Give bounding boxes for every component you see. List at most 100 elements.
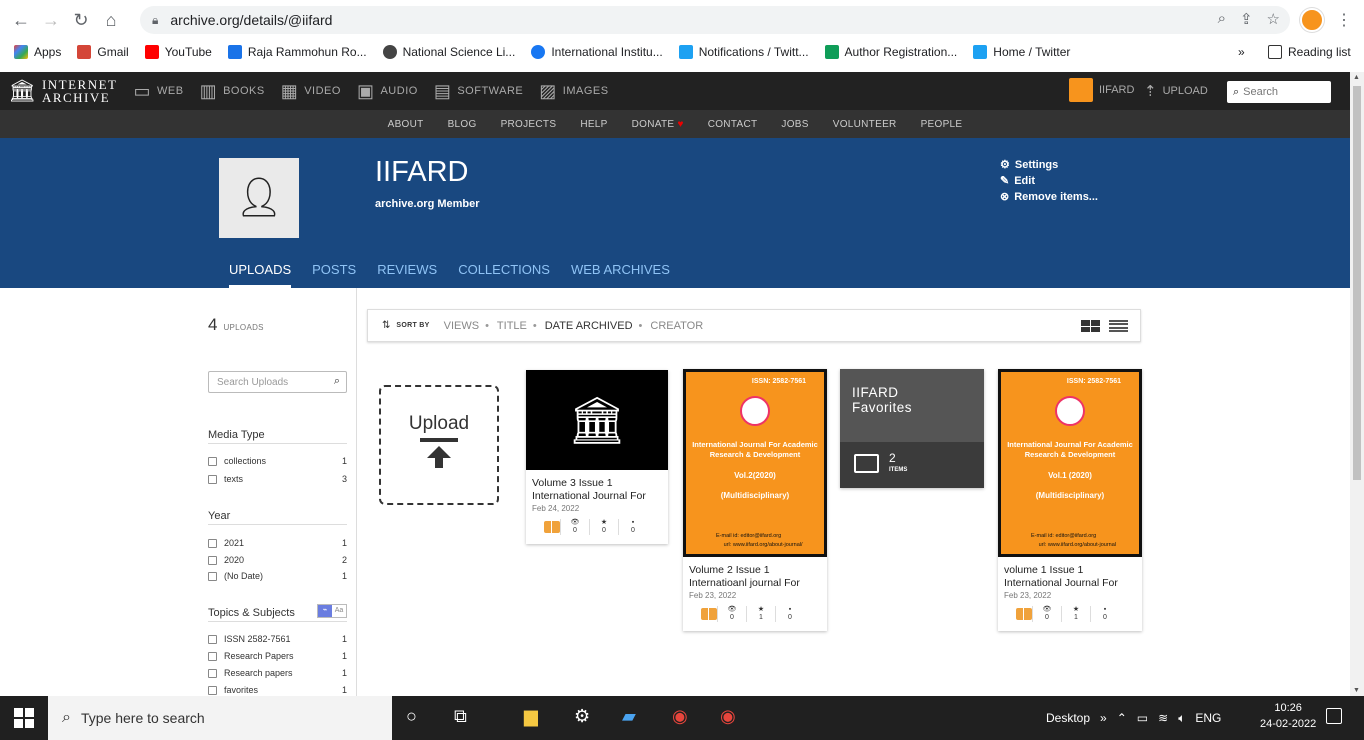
edit-link[interactable]: ✎ Edit	[1000, 174, 1098, 188]
task-view-icon[interactable]: ⧉	[454, 706, 467, 727]
scroll-thumb[interactable]	[1353, 86, 1361, 480]
cortana-icon[interactable]: ○	[406, 706, 417, 727]
item-thumbnail[interactable]: 🏛︎	[526, 370, 668, 470]
tab-uploads[interactable]: UPLOADS	[229, 262, 292, 288]
item-tile[interactable]: ISSN: 2582-7561 International Journal Fo…	[998, 369, 1142, 631]
item-title[interactable]: Volume 3 Issue 1 International Journal Fo…	[526, 477, 668, 503]
facet-row[interactable]: Research Papers 1	[208, 651, 347, 661]
collection-tile[interactable]: IIFARD Favorites 2 ITEMS	[840, 369, 984, 488]
bookmark-youtube[interactable]: YouTube	[137, 45, 220, 59]
address-bar[interactable]: 🔒︎ archive.org/details/@iifard ⌕ ⇪ ☆	[140, 6, 1290, 34]
media-software[interactable]: ▤ SOFTWARE	[434, 81, 523, 102]
facet-row[interactable]: (No Date) 1	[208, 571, 347, 581]
bookmarks-more[interactable]: »	[1230, 45, 1253, 59]
chart-icon[interactable]: ⌁	[318, 605, 332, 617]
remove-items-link[interactable]: ⊗ Remove items...	[1000, 190, 1098, 204]
desktop-toolbar-label[interactable]: Desktop	[1046, 711, 1090, 725]
bookmark-author[interactable]: Author Registration...	[817, 45, 966, 59]
zoom-icon[interactable]: ⌕	[1218, 10, 1226, 28]
subnav-donate[interactable]: DONATE ♥	[620, 119, 696, 130]
chrome-icon[interactable]: ◉	[672, 706, 688, 727]
subnav-help[interactable]: HELP	[568, 119, 619, 130]
upload-link[interactable]: ⇡ UPLOAD	[1144, 82, 1208, 100]
checkbox[interactable]	[208, 651, 217, 661]
search-uploads-input[interactable]: Search Uploads ⌕	[208, 371, 347, 393]
language-indicator[interactable]: ENG	[1195, 711, 1221, 725]
chrome-profile-icon[interactable]: ◉	[720, 706, 736, 727]
taskbar-search-input[interactable]: ⌕ Type here to search	[48, 696, 392, 740]
facet-row[interactable]: ISSN 2582-7561 1	[208, 634, 347, 644]
checkbox[interactable]	[208, 538, 217, 548]
checkbox[interactable]	[208, 474, 217, 484]
bookmark-notifications[interactable]: Notifications / Twitt...	[671, 45, 817, 59]
settings-link[interactable]: ⚙ Settings	[1000, 158, 1098, 172]
list-view-icon[interactable]	[1109, 320, 1128, 332]
star-icon[interactable]: ☆	[1267, 10, 1280, 28]
checkbox[interactable]	[208, 571, 217, 581]
bookmark-apps[interactable]: Apps	[6, 45, 69, 59]
checkbox[interactable]	[208, 685, 217, 695]
sort-creator[interactable]: CREATOR	[650, 320, 703, 332]
facet-row[interactable]: 2020 2	[208, 555, 347, 565]
facet-row[interactable]: 2021 1	[208, 538, 347, 548]
tab-web-archives[interactable]: WEB ARCHIVES	[571, 262, 670, 288]
windows-start-icon[interactable]	[14, 708, 34, 728]
item-tile[interactable]: ISSN: 2582-7561 International Journal Fo…	[683, 369, 827, 631]
ia-logo[interactable]: 🏛︎ INTERNET ARCHIVE	[8, 78, 117, 104]
subnav-projects[interactable]: PROJECTS	[489, 119, 569, 130]
sort-title[interactable]: TITLE	[497, 320, 527, 332]
checkbox[interactable]	[208, 555, 217, 565]
item-title[interactable]: volume 1 Issue 1 International Journal Fo…	[998, 564, 1142, 590]
grid-view-icon[interactable]	[1081, 320, 1100, 332]
notifications-icon[interactable]	[1326, 708, 1342, 724]
checkbox[interactable]	[208, 456, 217, 466]
facet-row[interactable]: Research papers 1	[208, 668, 347, 678]
subnav-contact[interactable]: CONTACT	[696, 119, 770, 130]
media-books[interactable]: ▥ BOOKS	[200, 81, 265, 102]
laptop-app-icon[interactable]: ▰	[622, 706, 636, 727]
bookmark-intl[interactable]: International Institu...	[523, 45, 670, 59]
bookmark-raja[interactable]: Raja Rammohun Ro...	[220, 45, 375, 59]
wifi-icon[interactable]: ≋	[1158, 711, 1168, 725]
subnav-blog[interactable]: BLOG	[436, 119, 489, 130]
share-icon[interactable]: ⇪	[1240, 10, 1253, 28]
sort-date-archived[interactable]: DATE ARCHIVED	[545, 320, 633, 332]
tab-collections[interactable]: COLLECTIONS	[458, 262, 550, 288]
reading-list[interactable]: Reading list	[1260, 45, 1359, 59]
item-thumbnail[interactable]: ISSN: 2582-7561 International Journal Fo…	[683, 369, 827, 557]
item-tile[interactable]: 🏛︎ Volume 3 Issue 1 International Journal…	[526, 370, 668, 544]
text-size-icon[interactable]: Aa	[332, 605, 346, 617]
battery-icon[interactable]: ▭	[1137, 711, 1148, 725]
subnav-people[interactable]: PEOPLE	[909, 119, 975, 130]
bookmark-home-twitter[interactable]: Home / Twitter	[965, 45, 1078, 59]
browser-menu-icon[interactable]: ⋮	[1336, 10, 1352, 30]
user-menu[interactable]: IIFARD	[1069, 78, 1134, 102]
media-audio[interactable]: ▣ AUDIO	[357, 81, 418, 102]
profile-avatar-icon[interactable]	[1300, 8, 1324, 32]
checkbox[interactable]	[208, 668, 217, 678]
subnav-volunteer[interactable]: VOLUNTEER	[821, 119, 909, 130]
subnav-jobs[interactable]: JOBS	[769, 119, 820, 130]
home-icon[interactable]: ⌂	[96, 5, 126, 35]
site-search-input[interactable]: ⌕ Search	[1227, 81, 1331, 103]
subnav-about[interactable]: ABOUT	[376, 119, 436, 130]
forward-icon[interactable]: →	[36, 5, 66, 35]
checkbox[interactable]	[208, 634, 217, 644]
media-video[interactable]: ▦ VIDEO	[281, 81, 341, 102]
tab-reviews[interactable]: REVIEWS	[377, 262, 437, 288]
search-icon[interactable]: ⌕	[334, 375, 340, 388]
facet-row[interactable]: texts 3	[208, 474, 347, 484]
tray-more[interactable]: »	[1100, 711, 1107, 725]
facet-row[interactable]: favorites 1	[208, 685, 347, 695]
tab-posts[interactable]: POSTS	[312, 262, 356, 288]
back-icon[interactable]: ←	[6, 5, 36, 35]
volume-icon[interactable]: 🔈︎	[1178, 711, 1185, 726]
facet-view-toggle[interactable]: ⌁ Aa	[317, 604, 347, 618]
bookmark-gmail[interactable]: Gmail	[69, 45, 136, 59]
bookmark-nsl[interactable]: National Science Li...	[375, 45, 524, 59]
tray-chevron-icon[interactable]: ⌃	[1117, 711, 1127, 725]
media-images[interactable]: ▨ IMAGES	[539, 81, 608, 102]
media-web[interactable]: ▭ WEB	[133, 81, 183, 102]
file-explorer-icon[interactable]: ▆	[524, 706, 538, 727]
scroll-down-icon[interactable]: ▼	[1353, 687, 1360, 694]
